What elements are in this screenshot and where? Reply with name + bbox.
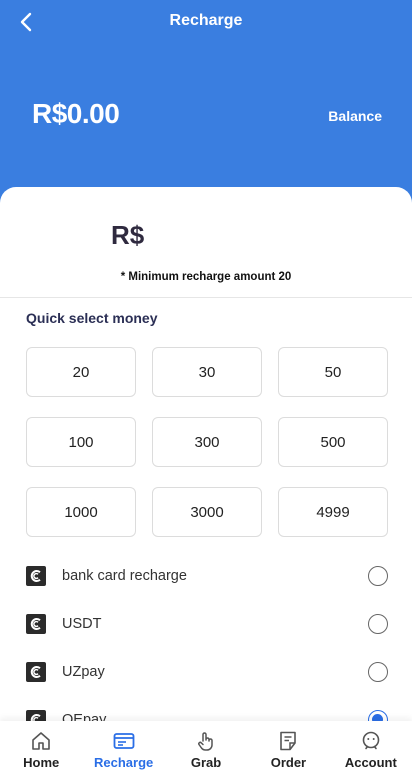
amount-button[interactable]: 20: [26, 347, 136, 397]
tab-label: Account: [344, 755, 397, 770]
page-title: Recharge: [169, 12, 243, 29]
amount-button[interactable]: 4999: [278, 487, 388, 537]
divider: [0, 297, 412, 298]
payment-logo-icon: [26, 566, 46, 586]
payment-method-item[interactable]: USDT: [0, 600, 412, 648]
amount-button[interactable]: 30: [152, 347, 262, 397]
tab-recharge[interactable]: Recharge: [82, 721, 164, 775]
balance-label: Balance: [328, 108, 382, 124]
amount-button[interactable]: 500: [278, 417, 388, 467]
payment-method-label: USDT: [62, 616, 102, 632]
payment-logo-icon: [26, 662, 46, 682]
home-icon: [32, 732, 51, 750]
tab-label: Home: [23, 755, 60, 770]
order-icon: [280, 731, 297, 751]
tab-grab[interactable]: Grab: [165, 721, 247, 775]
radio-button[interactable]: [368, 662, 388, 682]
quick-select-title: Quick select money: [26, 310, 158, 326]
payment-method-label: UZpay: [62, 664, 105, 680]
header: Recharge R$0.00 Balance: [0, 0, 412, 205]
tab-home[interactable]: Home: [0, 721, 82, 775]
tab-label: Grab: [190, 755, 222, 770]
payment-method-list: bank card recharge USDT UZpay OEpay: [0, 552, 412, 744]
recharge-card: R$ * Minimum recharge amount 20 Quick se…: [0, 187, 412, 775]
payment-method-item[interactable]: bank card recharge: [0, 552, 412, 600]
tab-account[interactable]: Account: [330, 721, 412, 775]
tab-label: Recharge: [93, 755, 154, 770]
radio-button[interactable]: [368, 566, 388, 586]
radio-button[interactable]: [368, 614, 388, 634]
amount-button[interactable]: 50: [278, 347, 388, 397]
amount-button[interactable]: 1000: [26, 487, 136, 537]
currency-symbol[interactable]: R$: [111, 220, 144, 251]
account-icon: [362, 731, 380, 750]
payment-method-item[interactable]: UZpay: [0, 648, 412, 696]
amount-grid: 20 30 50 100 300 500 1000 3000 4999: [26, 347, 388, 537]
balance-amount: R$0.00: [32, 98, 120, 129]
tab-order[interactable]: Order: [247, 721, 329, 775]
payment-logo-icon: [26, 614, 46, 634]
amount-button[interactable]: 300: [152, 417, 262, 467]
wallet-icon: [113, 733, 135, 749]
amount-button[interactable]: 100: [26, 417, 136, 467]
payment-method-label: bank card recharge: [62, 568, 187, 584]
tab-label: Order: [270, 755, 307, 770]
amount-button[interactable]: 3000: [152, 487, 262, 537]
bottom-tab-bar: Home Recharge Grab Order Account: [0, 721, 412, 775]
hand-tap-icon: [198, 732, 213, 751]
minimum-note: * Minimum recharge amount 20: [120, 271, 292, 283]
